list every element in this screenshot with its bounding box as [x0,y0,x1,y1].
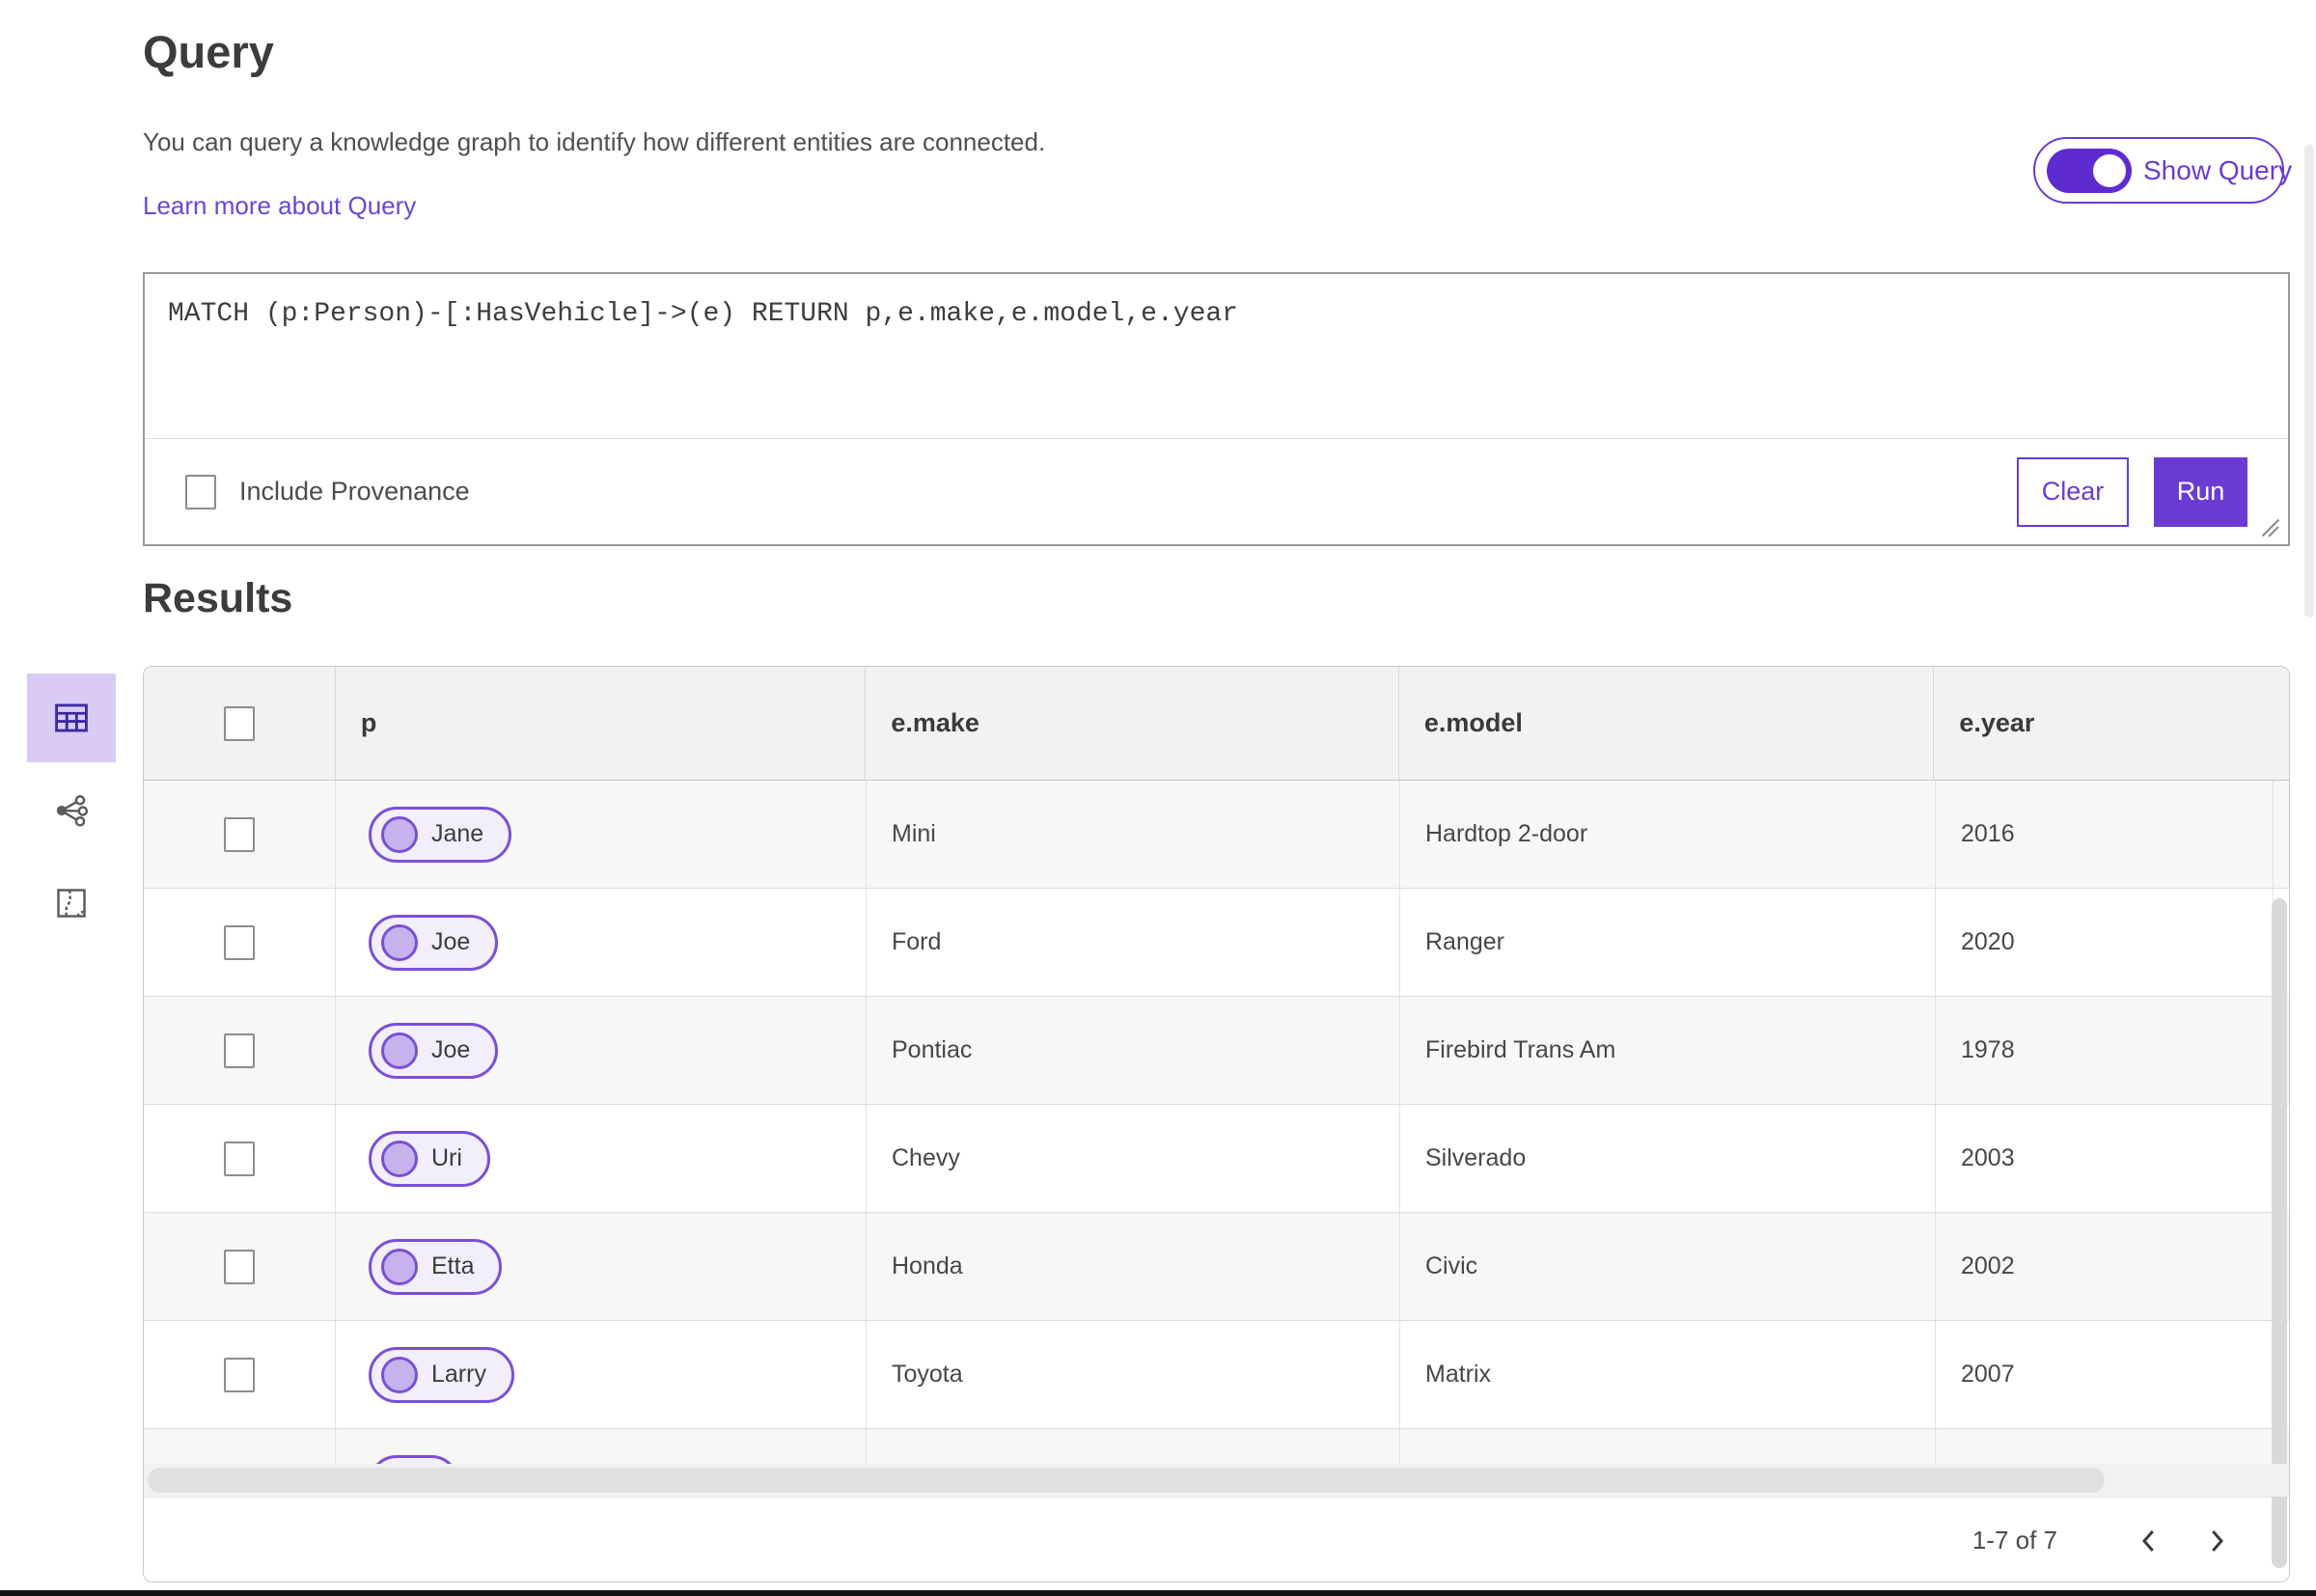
row-checkbox[interactable] [224,1357,255,1392]
table-row [144,1429,2289,1464]
results-section-title: Results [143,575,293,621]
toggle-switch-icon[interactable] [2047,148,2132,193]
query-description: You can query a knowledge graph to ident… [143,127,1046,156]
cell-model: Ranger [1400,889,1936,996]
run-button[interactable]: Run [2154,456,2247,527]
entity-name: Joe [431,928,471,955]
cell-year: 2016 [1936,781,2274,888]
query-footer: Include Provenance Clear Run [145,438,2288,544]
cell-make: Chevy [867,1105,1400,1212]
partial-table-row [144,1429,2289,1464]
row-checkbox[interactable] [224,816,255,852]
pagination-bar: 1-7 of 7 [144,1497,2289,1582]
table-header-row: p e.make e.model e.year [144,667,2289,781]
column-header-year[interactable]: e.year [1934,667,2289,780]
entity-pill[interactable]: Larry [369,1346,514,1403]
row-checkbox[interactable] [224,924,255,960]
cell-make: Mini [867,781,1400,888]
cell-make: Honda [867,1213,1400,1320]
results-view-rail [27,674,116,948]
select-all-checkbox[interactable] [223,705,255,741]
entity-node-icon [381,815,418,853]
column-header-p[interactable]: p [336,667,867,780]
chevron-right-icon [2202,1527,2231,1555]
table-row: Jane Mini Hardtop 2-door 2016 [144,781,2289,889]
column-header-make[interactable]: e.make [866,667,1399,780]
entity-node-icon [381,1140,418,1177]
results-table: p e.make e.model e.year Jane Mini Hardto… [143,666,2290,1582]
clear-button[interactable]: Clear [2017,456,2129,527]
map-view-icon [54,886,89,921]
row-checkbox[interactable] [224,1249,255,1284]
page-scrollbar[interactable] [2304,145,2314,618]
cell-model: Firebird Trans Am [1400,997,1936,1104]
cell-year: 1978 [1936,997,2274,1104]
horizontal-scrollbar-track[interactable] [144,1464,2289,1497]
query-editor-panel: MATCH (p:Person)-[:HasVehicle]->(e) RETU… [143,272,2290,546]
cell-model: Civic [1400,1213,1936,1320]
next-page-button[interactable] [2183,1507,2250,1575]
table-row: Etta Honda Civic 2002 [144,1213,2289,1321]
include-provenance-checkbox[interactable] [185,474,216,509]
table-row: Joe Pontiac Firebird Trans Am 1978 [144,997,2289,1105]
chevron-left-icon [2135,1527,2164,1555]
entity-name: Larry [431,1361,486,1388]
table-view-button[interactable] [27,674,116,762]
entity-node-icon [381,923,418,961]
learn-more-link[interactable]: Learn more about Query [143,191,416,221]
row-checkbox[interactable] [224,1032,255,1068]
table-body: Jane Mini Hardtop 2-door 2016 Joe Ford R… [144,781,2289,1568]
entity-pill[interactable]: Uri [369,1130,490,1187]
cell-model [1400,1429,1936,1464]
cell-year: 2003 [1936,1105,2274,1212]
entity-pill[interactable]: Jane [369,806,512,863]
entity-node-icon [381,1356,418,1393]
entity-name: Etta [431,1252,475,1280]
previous-page-button[interactable] [2115,1507,2183,1575]
table-row: Uri Chevy Silverado 2003 [144,1105,2289,1213]
table-row: Joe Ford Ranger 2020 [144,889,2289,997]
horizontal-scrollbar-thumb[interactable] [148,1468,2105,1493]
entity-node-icon [381,1032,418,1069]
cell-year: 2002 [1936,1213,2274,1320]
query-page: Query You can query a knowledge graph to… [0,0,2316,1590]
table-view-icon [53,700,90,736]
cell-year: 2007 [1936,1321,2274,1428]
entity-pill[interactable]: Joe [369,914,499,971]
query-textarea[interactable]: MATCH (p:Person)-[:HasVehicle]->(e) RETU… [145,274,2288,440]
include-provenance-label: Include Provenance [239,477,470,506]
cell-year [1936,1429,2274,1464]
cell-make: Pontiac [867,997,1400,1104]
entity-node-icon [381,1248,418,1285]
entity-name: Joe [431,1036,471,1063]
map-view-button[interactable] [27,859,116,948]
pagination-range-label: 1-7 of 7 [1971,1526,2057,1555]
column-header-model[interactable]: e.model [1399,667,1935,780]
entity-name: Jane [431,820,484,847]
show-query-toggle[interactable]: Show Query [2033,137,2292,204]
cell-year: 2020 [1936,889,2274,996]
table-row: Larry Toyota Matrix 2007 [144,1321,2289,1429]
cell-model: Silverado [1400,1105,1936,1212]
cell-make: Ford [867,889,1400,996]
link-chart-view-button[interactable] [27,766,116,855]
cell-make [867,1429,1400,1464]
entity-pill[interactable]: Etta [369,1238,503,1295]
cell-model: Matrix [1400,1321,1936,1428]
entity-name: Uri [431,1144,462,1171]
cell-model: Hardtop 2-door [1400,781,1936,888]
row-checkbox[interactable] [224,1141,255,1176]
entity-pill[interactable] [369,1455,459,1464]
entity-pill[interactable]: Joe [369,1022,499,1079]
show-query-label: Show Query [2143,154,2293,185]
cell-make: Toyota [867,1321,1400,1428]
link-chart-view-icon [54,793,89,828]
query-section-title: Query [143,26,274,77]
